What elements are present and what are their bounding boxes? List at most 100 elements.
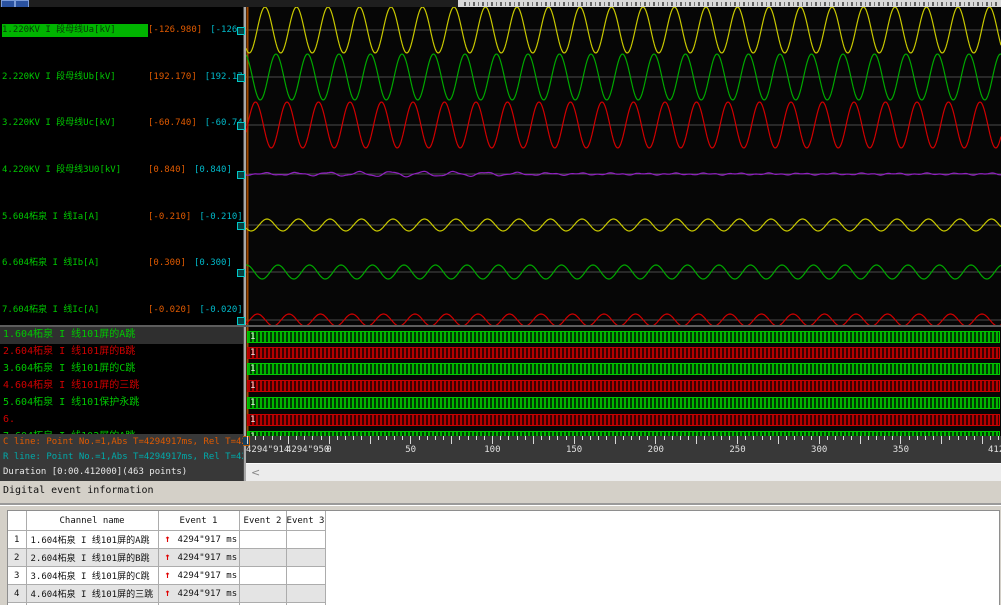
scroll-left-icon[interactable]: < — [251, 466, 260, 479]
ruler-tick — [900, 436, 901, 444]
cursor-value: [-60.740] — [148, 117, 197, 130]
ruler-tick — [598, 436, 599, 440]
ruler-tick — [680, 436, 681, 440]
event-table-row[interactable]: 11.604柘泉 I 线101屏的A跳↑4294"917 ms — [8, 531, 999, 549]
event-info-title: Digital event information — [3, 485, 154, 496]
ruler-tick — [590, 436, 591, 440]
channel-handle-icon[interactable] — [237, 317, 245, 325]
ruler-tick — [778, 436, 779, 444]
channel-label-panel: 1.220KV I 段母线Ua[kV][-126.980][-126.980] 2… — [0, 7, 243, 434]
ruler-tick — [672, 436, 673, 440]
event-table-header-cell: Event 1 — [158, 511, 239, 531]
digital-channel-row[interactable]: 4.604柘泉 I 线101屏的三跳 — [0, 378, 243, 395]
waveform-panel[interactable]: 1111111 — [246, 7, 1001, 436]
ruler-tick — [410, 436, 411, 444]
ruler-tick — [419, 436, 420, 440]
event-table-cell — [239, 531, 286, 549]
ruler-tick — [402, 436, 403, 440]
analog-channel-name[interactable]: 6.604柘泉 I 线Ib[A] — [2, 257, 148, 270]
analog-channel-name[interactable]: 3.220KV I 段母线Uc[kV] — [2, 117, 148, 130]
ruler-tick — [704, 436, 705, 440]
ruler-tick — [606, 436, 607, 440]
event-table-header: Channel nameEvent 1Event 2Event 3 — [8, 511, 999, 531]
event-table-cell — [286, 531, 325, 549]
ruler-tick — [909, 436, 910, 440]
event-up-arrow-icon: ↑ — [165, 552, 171, 563]
analog-channel-row[interactable]: 1.220KV I 段母线Ua[kV][-126.980][-126.980] — [2, 24, 243, 37]
ruler-tick — [631, 436, 632, 440]
digital-channel-row[interactable]: 3.604柘泉 I 线101屏的C跳 — [0, 361, 243, 378]
digital-channel-row[interactable]: 2.604柘泉 I 线101屏的B跳 — [0, 344, 243, 361]
event-table-container: Channel nameEvent 1Event 2Event 3 11.604… — [7, 510, 1000, 605]
ruler-tick — [762, 436, 763, 440]
ruler-tick — [329, 436, 330, 444]
analog-channel-row[interactable]: 7.604柘泉 I 线Ic[A][-0.020][-0.020] — [2, 304, 243, 317]
ruler-tick — [941, 436, 942, 444]
digital-channel-row[interactable]: 1.604柘泉 I 线101屏的A跳 — [0, 327, 243, 344]
event-table-row[interactable]: 22.604柘泉 I 线101屏的B跳↑4294"917 ms — [8, 549, 999, 567]
digital-state-bar[interactable]: 1 — [247, 397, 1000, 409]
analog-channel-row[interactable]: 5.604柘泉 I 线Ia[A][-0.210][-0.210] — [2, 211, 243, 224]
ruler-tick — [794, 436, 795, 440]
ruler-tick — [974, 436, 975, 440]
horizontal-scrollbar[interactable]: < — [246, 463, 1001, 481]
analog-channel-row[interactable]: 3.220KV I 段母线Uc[kV][-60.740][-60.740] — [2, 117, 243, 130]
channel-handle-icon[interactable] — [237, 122, 245, 130]
digital-state-bar[interactable]: 1 — [247, 380, 1000, 392]
r-line-status: R line: Point No.=1,Abs T=4294917ms, Rel… — [3, 452, 243, 462]
event-table-cell: ↑4294"917 ms — [158, 585, 239, 603]
event-table-cell — [239, 567, 286, 585]
event-table-header-cell: Channel name — [26, 511, 158, 531]
ruler-tick — [998, 436, 999, 440]
section-splitter — [0, 503, 1001, 506]
event-table-header-cell: Event 2 — [239, 511, 286, 531]
digital-channel-row[interactable]: 5.604柘泉 I 线101保护永跳 — [0, 395, 243, 412]
event-table-cell: 4.604柘泉 I 线101屏的三跳 — [26, 585, 158, 603]
event-table-row[interactable]: 44.604柘泉 I 线101屏的三跳↑4294"917 ms — [8, 585, 999, 603]
analog-channel-row[interactable]: 2.220KV I 段母线Ub[kV][192.170][192.170] — [2, 71, 243, 84]
digital-state-value: 1 — [250, 363, 255, 375]
analog-channel-name[interactable]: 4.220KV I 段母线3U0[kV] — [2, 164, 148, 177]
ruler-tick — [394, 436, 395, 440]
ruler-tick — [345, 436, 346, 440]
ruler-abs-time-label: 4294"914 — [246, 445, 289, 455]
event-info-section: Digital event information Channel nameEv… — [0, 481, 1001, 605]
analog-channel-name[interactable]: 5.604柘泉 I 线Ia[A] — [2, 211, 148, 224]
ruler-tick — [451, 436, 452, 444]
analog-channel-name[interactable]: 2.220KV I 段母线Ub[kV] — [2, 71, 148, 84]
event-table-cell — [286, 585, 325, 603]
event-table: Channel nameEvent 1Event 2Event 3 11.604… — [8, 511, 999, 605]
event-table-cell — [239, 585, 286, 603]
channel-handle-icon[interactable] — [237, 27, 245, 35]
digital-state-bar[interactable]: 1 — [247, 331, 1000, 343]
ruler-tick — [582, 436, 583, 440]
analog-channel-name[interactable]: 7.604柘泉 I 线Ic[A] — [2, 304, 148, 317]
digital-state-bar[interactable]: 1 — [247, 347, 1000, 359]
reference-value: [0.840] — [194, 164, 232, 177]
duration-status: Duration [0:00.412000](463 points) — [3, 467, 187, 477]
ruler-tick — [917, 436, 918, 440]
ruler-tick — [860, 436, 861, 444]
channel-handle-icon[interactable] — [237, 269, 245, 277]
event-table-cell — [286, 549, 325, 567]
ruler-tick — [615, 436, 616, 444]
digital-state-bar[interactable]: 1 — [247, 363, 1000, 375]
channel-handle-icon[interactable] — [237, 222, 245, 230]
ruler-tick — [696, 436, 697, 444]
ruler-tick-label: 100 — [477, 445, 507, 455]
event-table-row[interactable]: 33.604柘泉 I 线101屏的C跳↑4294"917 ms — [8, 567, 999, 585]
event-table-cell: 1.604柘泉 I 线101屏的A跳 — [26, 531, 158, 549]
digital-state-bar[interactable]: 1 — [247, 414, 1000, 426]
ruler-tick — [517, 436, 518, 440]
event-table-cell: 2 — [8, 549, 26, 567]
digital-channel-row[interactable]: 6. — [0, 412, 243, 429]
channel-handle-icon[interactable] — [237, 171, 245, 179]
ruler-tick — [386, 436, 387, 440]
analog-channel-name[interactable]: 1.220KV I 段母线Ua[kV] — [2, 24, 148, 37]
analog-channel-row[interactable]: 6.604柘泉 I 线Ib[A][0.300][0.300] — [2, 257, 243, 270]
ruler-tick — [819, 436, 820, 444]
event-up-arrow-icon: ↑ — [165, 588, 171, 599]
analog-channel-row[interactable]: 4.220KV I 段母线3U0[kV][0.840][0.840] — [2, 164, 243, 177]
channel-handle-icon[interactable] — [237, 74, 245, 82]
analog-digital-splitter[interactable] — [0, 325, 1001, 327]
